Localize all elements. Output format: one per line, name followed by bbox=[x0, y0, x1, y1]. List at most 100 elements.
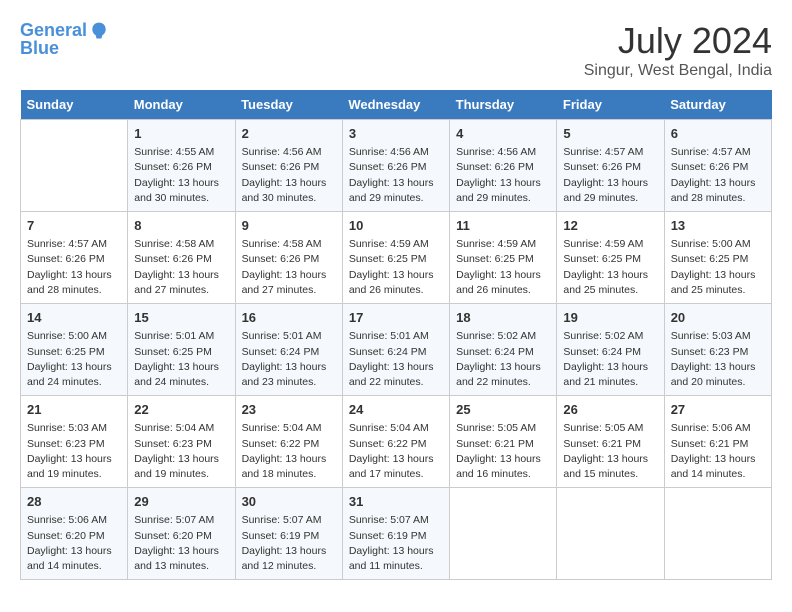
title-block: July 2024 Singur, West Bengal, India bbox=[584, 20, 772, 80]
week-row-3: 14 Sunrise: 5:00 AM Sunset: 6:25 PM Dayli… bbox=[21, 304, 772, 396]
day-info: Sunrise: 5:07 AM Sunset: 6:19 PM Dayligh… bbox=[349, 513, 443, 574]
day-info: Sunrise: 5:03 AM Sunset: 6:23 PM Dayligh… bbox=[27, 421, 121, 482]
day-number: 10 bbox=[349, 217, 443, 235]
calendar-cell: 18 Sunrise: 5:02 AM Sunset: 6:24 PM Dayli… bbox=[450, 304, 557, 396]
calendar-cell bbox=[450, 488, 557, 580]
calendar-cell: 6 Sunrise: 4:57 AM Sunset: 6:26 PM Daylig… bbox=[664, 120, 771, 212]
day-info: Sunrise: 5:02 AM Sunset: 6:24 PM Dayligh… bbox=[456, 329, 550, 390]
week-row-2: 7Sunrise: 4:57 AM Sunset: 6:26 PM Daylig… bbox=[21, 212, 772, 304]
day-info: Sunrise: 5:00 AM Sunset: 6:25 PM Dayligh… bbox=[27, 329, 121, 390]
day-info: Sunrise: 4:59 AM Sunset: 6:25 PM Dayligh… bbox=[349, 237, 443, 298]
day-number: 19 bbox=[563, 309, 657, 327]
day-number: 2 bbox=[242, 125, 336, 143]
logo: General Blue bbox=[20, 20, 109, 59]
calendar-cell: 17 Sunrise: 5:01 AM Sunset: 6:24 PM Dayli… bbox=[342, 304, 449, 396]
day-info: Sunrise: 4:57 AM Sunset: 6:26 PM Dayligh… bbox=[27, 237, 121, 298]
week-row-5: 28Sunrise: 5:06 AM Sunset: 6:20 PM Dayli… bbox=[21, 488, 772, 580]
calendar-cell: 4Sunrise: 4:56 AM Sunset: 6:26 PM Daylig… bbox=[450, 120, 557, 212]
day-info: Sunrise: 4:55 AM Sunset: 6:26 PM Dayligh… bbox=[134, 145, 228, 206]
day-info: Sunrise: 4:59 AM Sunset: 6:25 PM Dayligh… bbox=[563, 237, 657, 298]
calendar-cell: 20 Sunrise: 5:03 AM Sunset: 6:23 PM Dayli… bbox=[664, 304, 771, 396]
calendar-cell: 26 Sunrise: 5:05 AM Sunset: 6:21 PM Dayli… bbox=[557, 396, 664, 488]
page-header: General Blue July 2024 Singur, West Beng… bbox=[20, 20, 772, 80]
day-number: 16 bbox=[242, 309, 336, 327]
day-number: 18 bbox=[456, 309, 550, 327]
calendar-cell: 21 Sunrise: 5:03 AM Sunset: 6:23 PM Dayli… bbox=[21, 396, 128, 488]
day-number: 30 bbox=[242, 493, 336, 511]
calendar-cell: 30 Sunrise: 5:07 AM Sunset: 6:19 PM Dayli… bbox=[235, 488, 342, 580]
header-tuesday: Tuesday bbox=[235, 90, 342, 120]
day-number: 15 bbox=[134, 309, 228, 327]
day-number: 1 bbox=[134, 125, 228, 143]
calendar-cell: 12 Sunrise: 4:59 AM Sunset: 6:25 PM Dayli… bbox=[557, 212, 664, 304]
calendar-cell: 3 Sunrise: 4:56 AM Sunset: 6:26 PM Daylig… bbox=[342, 120, 449, 212]
calendar-cell: 10 Sunrise: 4:59 AM Sunset: 6:25 PM Dayli… bbox=[342, 212, 449, 304]
calendar-cell: 22Sunrise: 5:04 AM Sunset: 6:23 PM Dayli… bbox=[128, 396, 235, 488]
day-info: Sunrise: 4:58 AM Sunset: 6:26 PM Dayligh… bbox=[242, 237, 336, 298]
calendar-cell: 2 Sunrise: 4:56 AM Sunset: 6:26 PM Daylig… bbox=[235, 120, 342, 212]
header-monday: Monday bbox=[128, 90, 235, 120]
calendar-cell: 14 Sunrise: 5:00 AM Sunset: 6:25 PM Dayli… bbox=[21, 304, 128, 396]
day-info: Sunrise: 5:02 AM Sunset: 6:24 PM Dayligh… bbox=[563, 329, 657, 390]
calendar-cell: 29Sunrise: 5:07 AM Sunset: 6:20 PM Dayli… bbox=[128, 488, 235, 580]
day-number: 31 bbox=[349, 493, 443, 511]
header-thursday: Thursday bbox=[450, 90, 557, 120]
day-number: 14 bbox=[27, 309, 121, 327]
calendar-cell: 9Sunrise: 4:58 AM Sunset: 6:26 PM Daylig… bbox=[235, 212, 342, 304]
calendar-cell bbox=[557, 488, 664, 580]
day-info: Sunrise: 4:57 AM Sunset: 6:26 PM Dayligh… bbox=[671, 145, 765, 206]
day-info: Sunrise: 5:01 AM Sunset: 6:24 PM Dayligh… bbox=[242, 329, 336, 390]
day-number: 20 bbox=[671, 309, 765, 327]
day-number: 24 bbox=[349, 401, 443, 419]
day-number: 11 bbox=[456, 217, 550, 235]
calendar-cell: 23 Sunrise: 5:04 AM Sunset: 6:22 PM Dayli… bbox=[235, 396, 342, 488]
day-info: Sunrise: 4:58 AM Sunset: 6:26 PM Dayligh… bbox=[134, 237, 228, 298]
day-number: 26 bbox=[563, 401, 657, 419]
calendar-cell: 1 Sunrise: 4:55 AM Sunset: 6:26 PM Daylig… bbox=[128, 120, 235, 212]
day-info: Sunrise: 4:56 AM Sunset: 6:26 PM Dayligh… bbox=[349, 145, 443, 206]
calendar-cell bbox=[664, 488, 771, 580]
day-number: 8 bbox=[134, 217, 228, 235]
day-number: 28 bbox=[27, 493, 121, 511]
calendar-cell: 25Sunrise: 5:05 AM Sunset: 6:21 PM Dayli… bbox=[450, 396, 557, 488]
subtitle: Singur, West Bengal, India bbox=[584, 62, 772, 80]
day-number: 23 bbox=[242, 401, 336, 419]
day-info: Sunrise: 4:57 AM Sunset: 6:26 PM Dayligh… bbox=[563, 145, 657, 206]
day-info: Sunrise: 5:00 AM Sunset: 6:25 PM Dayligh… bbox=[671, 237, 765, 298]
logo-blue-text: Blue bbox=[20, 38, 59, 58]
day-info: Sunrise: 4:56 AM Sunset: 6:26 PM Dayligh… bbox=[242, 145, 336, 206]
day-info: Sunrise: 5:01 AM Sunset: 6:24 PM Dayligh… bbox=[349, 329, 443, 390]
day-info: Sunrise: 5:07 AM Sunset: 6:19 PM Dayligh… bbox=[242, 513, 336, 574]
calendar-cell: 13 Sunrise: 5:00 AM Sunset: 6:25 PM Dayli… bbox=[664, 212, 771, 304]
week-row-4: 21 Sunrise: 5:03 AM Sunset: 6:23 PM Dayli… bbox=[21, 396, 772, 488]
week-row-1: 1 Sunrise: 4:55 AM Sunset: 6:26 PM Daylig… bbox=[21, 120, 772, 212]
calendar-cell bbox=[21, 120, 128, 212]
logo-icon bbox=[89, 21, 109, 41]
calendar-cell: 27Sunrise: 5:06 AM Sunset: 6:21 PM Dayli… bbox=[664, 396, 771, 488]
day-info: Sunrise: 5:07 AM Sunset: 6:20 PM Dayligh… bbox=[134, 513, 228, 574]
calendar-cell: 31 Sunrise: 5:07 AM Sunset: 6:19 PM Dayli… bbox=[342, 488, 449, 580]
header-sunday: Sunday bbox=[21, 90, 128, 120]
day-number: 6 bbox=[671, 125, 765, 143]
calendar-table: SundayMondayTuesdayWednesdayThursdayFrid… bbox=[20, 90, 772, 580]
day-info: Sunrise: 4:59 AM Sunset: 6:25 PM Dayligh… bbox=[456, 237, 550, 298]
calendar-cell: 28Sunrise: 5:06 AM Sunset: 6:20 PM Dayli… bbox=[21, 488, 128, 580]
day-number: 22 bbox=[134, 401, 228, 419]
day-info: Sunrise: 5:05 AM Sunset: 6:21 PM Dayligh… bbox=[563, 421, 657, 482]
day-info: Sunrise: 5:04 AM Sunset: 6:22 PM Dayligh… bbox=[242, 421, 336, 482]
day-info: Sunrise: 5:01 AM Sunset: 6:25 PM Dayligh… bbox=[134, 329, 228, 390]
calendar-cell: 11 Sunrise: 4:59 AM Sunset: 6:25 PM Dayli… bbox=[450, 212, 557, 304]
header-friday: Friday bbox=[557, 90, 664, 120]
header-saturday: Saturday bbox=[664, 90, 771, 120]
day-number: 21 bbox=[27, 401, 121, 419]
day-number: 17 bbox=[349, 309, 443, 327]
day-number: 12 bbox=[563, 217, 657, 235]
day-number: 3 bbox=[349, 125, 443, 143]
day-info: Sunrise: 5:06 AM Sunset: 6:21 PM Dayligh… bbox=[671, 421, 765, 482]
day-info: Sunrise: 5:04 AM Sunset: 6:22 PM Dayligh… bbox=[349, 421, 443, 482]
day-number: 25 bbox=[456, 401, 550, 419]
header-wednesday: Wednesday bbox=[342, 90, 449, 120]
day-number: 4 bbox=[456, 125, 550, 143]
day-number: 13 bbox=[671, 217, 765, 235]
day-info: Sunrise: 5:03 AM Sunset: 6:23 PM Dayligh… bbox=[671, 329, 765, 390]
